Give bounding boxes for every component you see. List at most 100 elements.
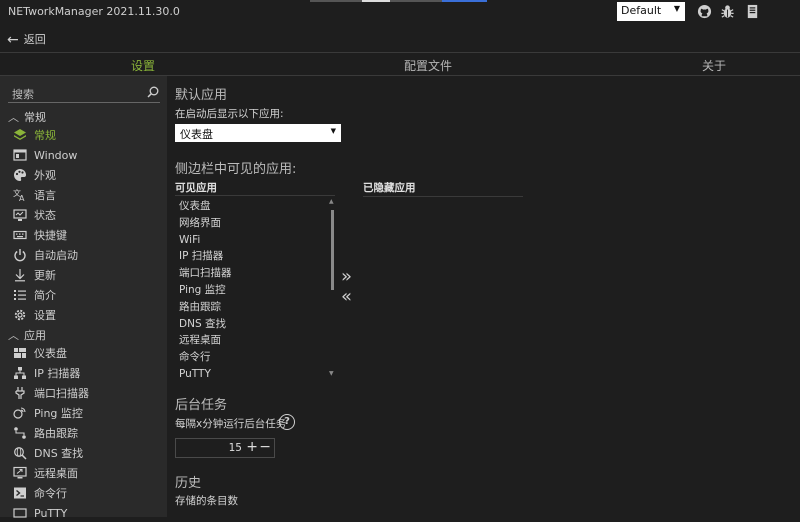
back-button[interactable]: ← 返回 [7,31,46,48]
minus-icon[interactable]: − [259,439,271,455]
hidden-apps-underline [363,196,523,197]
sidebar-item-label: 自动启动 [34,249,78,262]
sidebar-item-appearance[interactable]: 外观 [13,166,56,184]
list-item[interactable]: 命令行 [175,349,333,366]
sidebar-item-label: 常规 [34,129,56,142]
visible-apps-scrollbar[interactable]: ▲ ▼ [329,198,335,378]
list-item[interactable]: WiFi [175,232,333,249]
search-input[interactable]: 搜索 [8,84,160,103]
gear-icon [14,309,26,321]
title-bar: NETworkManager 2021.11.30.0 Default ▼ [0,0,800,24]
list-icon [14,290,26,300]
sidebar-item-general[interactable]: 常规 [13,126,56,144]
default-app-dropdown[interactable]: 仪表盘 ▼ [175,124,341,142]
default-app-label: 在启动后显示以下应用: [175,108,284,120]
scrollbar-thumb[interactable] [331,210,334,290]
sidebar-item-label: 端口扫描器 [34,387,89,400]
search-placeholder: 搜索 [12,88,34,101]
sidebar-item-language[interactable]: 文 A 语言 [13,186,56,204]
sidebar-item-port-scanner[interactable]: 端口扫描器 [13,384,89,402]
default-app-selected: 仪表盘 [180,128,213,141]
sidebar-item-hotkeys[interactable]: 快捷键 [13,226,67,244]
sidebar-item-label: 仪表盘 [34,347,67,360]
group-label: 常规 [24,111,46,124]
sidebar-item-label: Ping 监控 [34,407,83,420]
sidebar-item-status[interactable]: 状态 [13,206,56,224]
list-item[interactable]: IP 扫描器 [175,248,333,265]
tab-profiles[interactable]: 配置文件 [404,57,452,74]
history-label: 存储的条目数 [175,495,238,507]
sidebar-item-label: 路由跟踪 [34,427,78,440]
plus-icon[interactable]: + [246,439,258,455]
window-top-edge [442,0,487,2]
list-item[interactable]: 网络界面 [175,215,333,232]
help-icon[interactable]: ? [279,414,295,430]
list-item[interactable]: 端口扫描器 [175,265,333,282]
sidebar-item-autostart[interactable]: 自动启动 [13,246,78,264]
sidebar-item-powershell[interactable]: 命令行 [13,484,67,502]
sidebar-item-label: 状态 [34,209,56,222]
terminal-icon [14,487,26,499]
sidebar-item-label: Window [34,148,78,162]
translate-icon: 文 A [13,188,25,202]
power-icon [14,249,26,262]
list-item[interactable]: 仪表盘 [175,198,333,215]
network-icon [14,367,26,379]
sidebar-item-label: 设置 [34,309,56,322]
group-applications-header[interactable]: ︿ 应用 [8,327,46,343]
sidebar-item-profiles[interactable]: 简介 [13,286,56,304]
background-interval-stepper[interactable]: 15 + − [175,438,275,458]
document-icon[interactable] [745,4,760,19]
visible-apps-header: 可见应用 [175,182,217,194]
sidebar-item-remote-desktop[interactable]: 远程桌面 [13,464,78,482]
sidebar-item-ip-scanner[interactable]: IP 扫描器 [13,364,80,382]
sidebar-item-settings[interactable]: 设置 [13,306,56,324]
sidebar-item-label: 语言 [34,189,56,202]
dropdown-arrow-icon: ▼ [673,4,680,13]
window-icon [13,149,27,161]
keyboard-icon [13,230,27,240]
remote-desktop-icon [13,466,27,479]
trace-icon [14,427,26,439]
app-title: NETworkManager 2021.11.30.0 [8,5,180,18]
github-icon[interactable] [697,4,712,19]
tab-about[interactable]: 关于 [702,57,726,74]
settings-content: 默认应用 在启动后显示以下应用: 仪表盘 ▼ 侧边栏中可见的应用: 可见应用 已… [167,76,800,517]
list-item[interactable]: Ping 监控 [175,282,333,299]
sidebar-item-label: 简介 [34,289,56,302]
sidebar-item-window[interactable]: Window [13,146,77,164]
group-label: 应用 [24,329,46,342]
profile-dropdown[interactable]: Default ▼ [617,2,685,21]
default-app-title: 默认应用 [175,88,228,103]
group-general-header[interactable]: ︿ 常规 [8,109,46,125]
visible-apps-list[interactable]: 仪表盘 网络界面 WiFi IP 扫描器 端口扫描器 Ping 监控 路由跟踪 … [175,198,333,378]
sidebar-item-update[interactable]: 更新 [13,266,56,284]
sidebar-item-putty[interactable]: PuTTY [13,504,67,522]
monitor-status-icon [13,209,27,221]
sidebar-item-label: 更新 [34,269,56,282]
visible-apps-underline [175,195,335,196]
move-to-visible-button[interactable]: « [341,286,357,307]
ping-icon [13,407,26,419]
list-item[interactable]: DNS 查找 [175,316,333,333]
sidebar-item-traceroute[interactable]: 路由跟踪 [13,424,78,442]
putty-icon [13,508,27,518]
window-top-edge [390,0,442,2]
sidebar-item-dns-lookup[interactable]: DNS 查找 [13,444,83,462]
scroll-up-icon[interactable]: ▲ [329,198,334,205]
scroll-down-icon[interactable]: ▼ [329,370,334,377]
move-to-hidden-button[interactable]: » [341,266,357,287]
sidebar-item-label: IP 扫描器 [34,367,81,380]
back-label: 返回 [23,33,46,46]
sidebar-item-label: PuTTY [34,506,68,520]
bug-icon[interactable] [720,4,735,19]
list-item[interactable]: PuTTY [175,366,333,378]
dropdown-arrow-icon: ▼ [330,127,336,135]
hidden-apps-header: 已隐藏应用 [363,182,416,194]
tab-divider [0,52,800,53]
list-item[interactable]: 远程桌面 [175,332,333,349]
list-item[interactable]: 路由跟踪 [175,299,333,316]
sidebar-item-ping-monitor[interactable]: Ping 监控 [13,404,83,422]
sidebar-item-dashboard[interactable]: 仪表盘 [13,344,67,362]
tab-settings[interactable]: 设置 [131,57,155,74]
